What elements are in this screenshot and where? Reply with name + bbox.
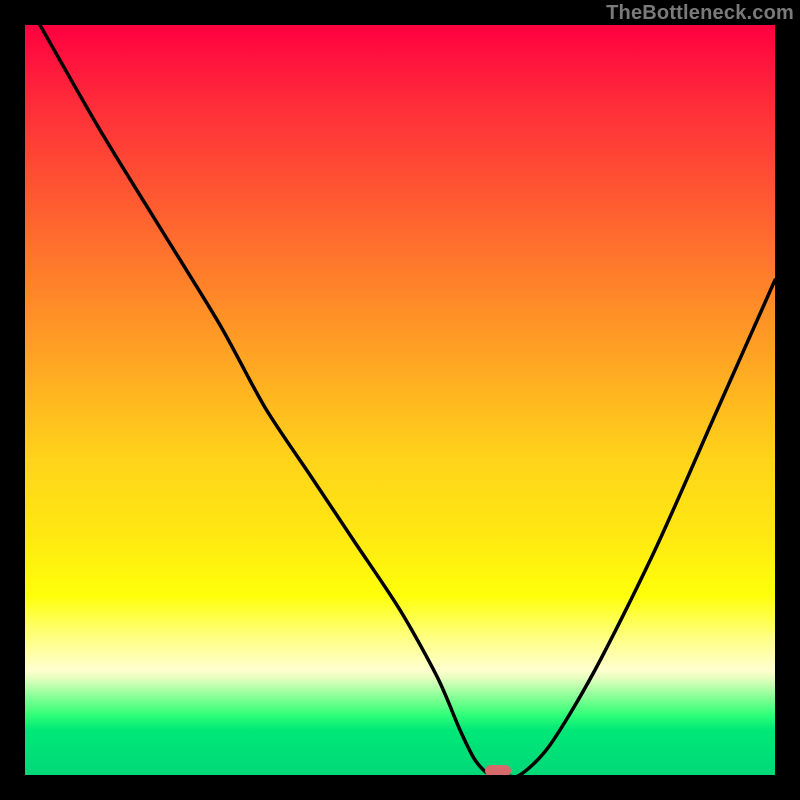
- plot-area: [25, 25, 775, 775]
- watermark-text: TheBottleneck.com: [606, 2, 794, 25]
- optimal-marker: [485, 765, 511, 775]
- chart-frame: TheBottleneck.com: [0, 0, 800, 800]
- curve-svg: [25, 25, 775, 775]
- bottleneck-curve: [40, 25, 775, 775]
